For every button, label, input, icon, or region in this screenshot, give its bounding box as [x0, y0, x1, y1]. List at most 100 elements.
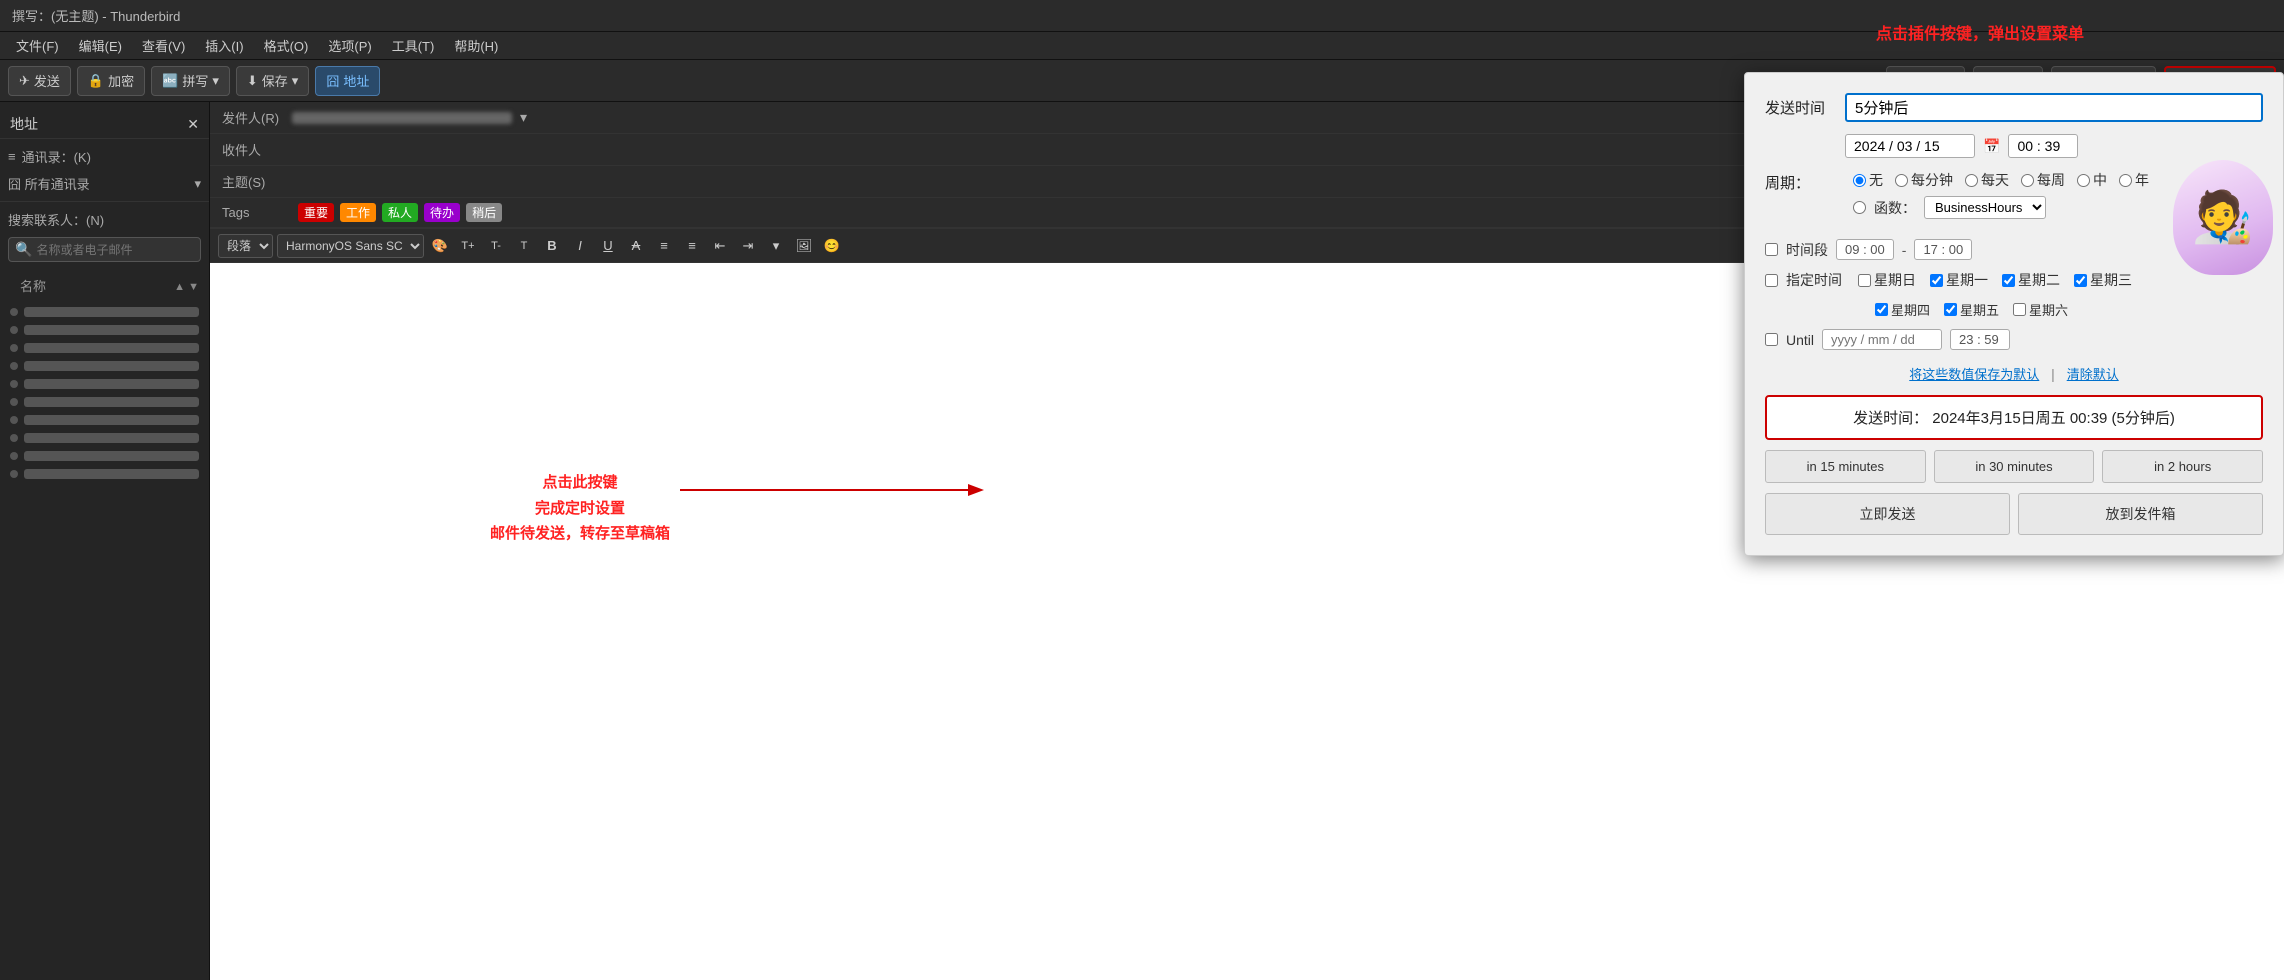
weekday-tue[interactable]: 星期二	[2002, 270, 2060, 290]
specified-time-section: 指定时间 星期日 星期一 星期二 星期三 星期四 星期五 星期六	[1765, 270, 2263, 319]
close-icon[interactable]: ✕	[187, 116, 199, 133]
annotation-middle: 点击此按键 完成定时设置 邮件待发送，转存至草稿箱	[490, 470, 670, 547]
paragraph-select[interactable]: 段落	[218, 234, 273, 258]
weekday-mon[interactable]: 星期一	[1930, 270, 1988, 290]
weekday-sat[interactable]: 星期六	[2013, 300, 2068, 319]
outdent-btn[interactable]: ⇥	[736, 234, 760, 258]
save-button[interactable]: ⬇ 保存 ▾	[236, 66, 309, 96]
color-btn[interactable]: 🎨	[428, 234, 452, 258]
from-dropdown-icon[interactable]: ▾	[520, 109, 527, 126]
indent-btn[interactable]: ⇤	[708, 234, 732, 258]
send-now-button[interactable]: 立即发送	[1765, 493, 2010, 535]
sidebar-all-contacts[interactable]: 囧 所有通讯录 ▾	[0, 170, 209, 197]
until-date-input[interactable]	[1822, 329, 1942, 350]
time-range-checkbox[interactable]	[1765, 243, 1778, 256]
popup-date-field[interactable]	[1845, 134, 1975, 158]
weekday-wed[interactable]: 星期三	[2074, 270, 2132, 290]
menu-format[interactable]: 格式(O)	[256, 34, 317, 57]
until-time-input[interactable]	[1950, 329, 2010, 350]
tag-work[interactable]: 工作	[340, 203, 376, 222]
font-size-btn[interactable]: T	[512, 234, 536, 258]
tag-important[interactable]: 重要	[298, 203, 334, 222]
period-week[interactable]: 每周	[2021, 170, 2065, 190]
contact-name	[24, 469, 199, 479]
function-select[interactable]: BusinessHours	[1924, 196, 2046, 219]
popup-send-time-row: 发送时间	[1765, 93, 2263, 122]
contact-item[interactable]	[0, 447, 209, 465]
contact-name	[24, 325, 199, 335]
specified-time-label: 指定时间	[1786, 270, 1842, 290]
to-label: 收件人	[222, 140, 292, 159]
address-button[interactable]: 囧 地址	[315, 66, 380, 96]
contact-item[interactable]	[0, 357, 209, 375]
tag-todo[interactable]: 待办	[424, 203, 460, 222]
sidebar-address-book[interactable]: ≡ 通讯录：(K)	[0, 143, 209, 170]
menu-tools[interactable]: 工具(T)	[384, 34, 443, 57]
contact-item[interactable]	[0, 465, 209, 483]
italic-btn[interactable]: I	[568, 234, 592, 258]
time-range-start[interactable]: 09 : 00	[1836, 239, 1894, 260]
put-outbox-button[interactable]: 放到发件箱	[2018, 493, 2263, 535]
tag-later[interactable]: 稍后	[466, 203, 502, 222]
period-none[interactable]: 无	[1853, 170, 1883, 190]
contact-item[interactable]	[0, 339, 209, 357]
insert-btn[interactable]: 🖼	[792, 234, 816, 258]
in-2-hours-button[interactable]: in 2 hours	[2102, 450, 2263, 483]
bold-btn[interactable]: B	[540, 234, 564, 258]
time-range-end[interactable]: 17 : 00	[1914, 239, 1972, 260]
contact-item[interactable]	[0, 393, 209, 411]
contact-item[interactable]	[0, 321, 209, 339]
period-year[interactable]: 年	[2119, 170, 2149, 190]
send-button[interactable]: ✈ 发送	[8, 66, 71, 96]
emoji-btn[interactable]: 😊	[820, 234, 844, 258]
weekday-sun[interactable]: 星期日	[1858, 270, 1916, 290]
menu-file[interactable]: 文件(F)	[8, 34, 67, 57]
from-label: 发件人(R)	[222, 108, 292, 127]
contact-item[interactable]	[0, 375, 209, 393]
avatar	[10, 452, 18, 460]
save-defaults-link[interactable]: 将这些数值保存为默认	[1909, 367, 2039, 382]
clear-defaults-link[interactable]: 清除默认	[2067, 367, 2119, 382]
font-size-decrease-btn[interactable]: T-	[484, 234, 508, 258]
font-size-increase-btn[interactable]: T+	[456, 234, 480, 258]
specified-time-checkbox[interactable]	[1765, 274, 1778, 287]
font-select[interactable]: HarmonyOS Sans SC	[277, 234, 424, 258]
search-icon: 🔍	[15, 241, 32, 258]
period-mid[interactable]: 中	[2077, 170, 2107, 190]
contact-item[interactable]	[0, 411, 209, 429]
align-btn[interactable]: ▾	[764, 234, 788, 258]
period-day[interactable]: 每天	[1965, 170, 2009, 190]
contact-item[interactable]	[0, 429, 209, 447]
menu-insert[interactable]: 插入(I)	[197, 34, 251, 57]
weekday-fri[interactable]: 星期五	[1944, 300, 1999, 319]
period-func-radio[interactable]	[1853, 201, 1866, 214]
contact-name	[24, 307, 199, 317]
address-icon: 囧	[326, 71, 339, 90]
contacts-column-header: 名称	[10, 274, 174, 299]
strikethrough-btn[interactable]: A	[624, 234, 648, 258]
popup-time-field[interactable]	[2008, 134, 2078, 158]
menu-icon: ≡	[8, 149, 16, 164]
in-15-minutes-button[interactable]: in 15 minutes	[1765, 450, 1926, 483]
chevron-down-icon: ▾	[292, 73, 299, 89]
ul-btn[interactable]: ≡	[652, 234, 676, 258]
ol-btn[interactable]: ≡	[680, 234, 704, 258]
encrypt-button[interactable]: 🔒 加密	[77, 66, 145, 96]
until-checkbox[interactable]	[1765, 333, 1778, 346]
menu-help[interactable]: 帮助(H)	[446, 34, 506, 57]
contact-item[interactable]	[0, 303, 209, 321]
weekday-thu[interactable]: 星期四	[1875, 300, 1930, 319]
menu-edit[interactable]: 编辑(E)	[71, 34, 130, 57]
contact-name	[24, 361, 199, 371]
in-30-minutes-button[interactable]: in 30 minutes	[1934, 450, 2095, 483]
contact-name	[24, 415, 199, 425]
popup-time-input[interactable]	[1845, 93, 2263, 122]
menu-view[interactable]: 查看(V)	[134, 34, 193, 57]
spell-button[interactable]: 🔤 拼写 ▾	[151, 66, 230, 96]
chevron-down-icon: ▾	[194, 176, 201, 192]
search-input[interactable]	[36, 243, 194, 257]
underline-btn[interactable]: U	[596, 234, 620, 258]
period-minute[interactable]: 每分钟	[1895, 170, 1953, 190]
menu-options[interactable]: 选项(P)	[320, 34, 379, 57]
tag-personal[interactable]: 私人	[382, 203, 418, 222]
